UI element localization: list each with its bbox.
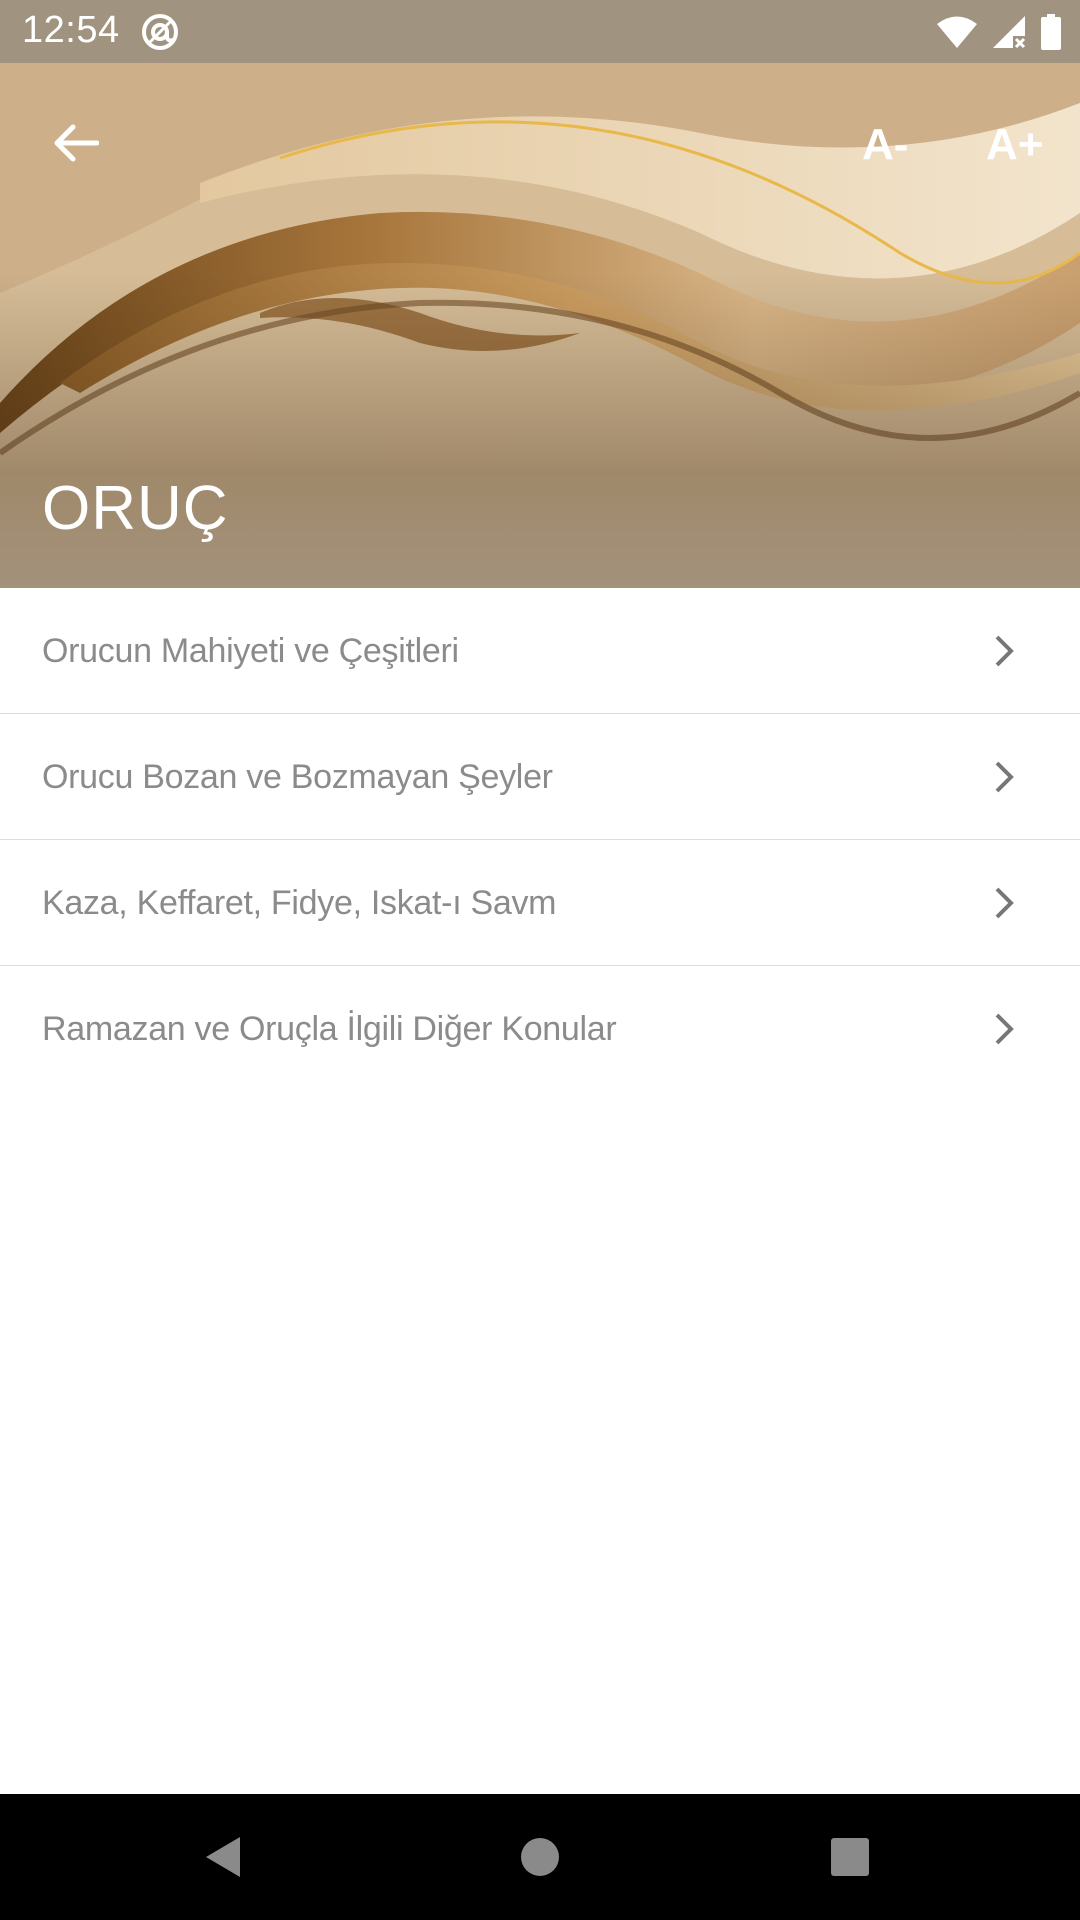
list-item[interactable]: Orucu Bozan ve Bozmayan Şeyler [0,714,1080,840]
chevron-right-icon [984,883,1024,923]
header-banner: A- A+ ORUÇ [0,63,1080,588]
list-item-label: Ramazan ve Oruçla İlgili Diğer Konular [42,1010,617,1048]
topic-list: Orucun Mahiyeti ve Çeşitleri Orucu Bozan… [0,588,1080,1092]
system-navigation-bar [0,1794,1080,1920]
list-item[interactable]: Orucun Mahiyeti ve Çeşitleri [0,588,1080,714]
chevron-right-icon [984,1009,1024,1049]
back-button[interactable] [40,110,110,180]
nav-home-icon[interactable] [510,1827,570,1887]
list-item-label: Orucu Bozan ve Bozmayan Şeyler [42,758,553,796]
cellular-no-data-icon [992,15,1026,49]
battery-icon [1040,14,1062,50]
list-item[interactable]: Ramazan ve Oruçla İlgili Diğer Konular [0,966,1080,1092]
status-time: 12:54 [22,9,120,51]
status-icons [936,12,1062,52]
page-title: ORUÇ [42,474,229,543]
font-decrease-button[interactable]: A- [862,113,908,177]
nav-recents-icon[interactable] [820,1827,880,1887]
at-sign-icon [140,12,180,52]
chevron-right-icon [984,631,1024,671]
status-bar: 12:54 [0,0,1080,63]
list-item-label: Kaza, Keffaret, Fidye, Iskat-ı Savm [42,884,557,922]
wifi-icon [936,15,978,49]
chevron-right-icon [984,757,1024,797]
list-item-label: Orucun Mahiyeti ve Çeşitleri [42,632,459,670]
nav-back-icon[interactable] [196,1827,256,1887]
font-increase-button[interactable]: A+ [986,113,1043,177]
arrow-left-icon [51,123,100,168]
list-item[interactable]: Kaza, Keffaret, Fidye, Iskat-ı Savm [0,840,1080,966]
